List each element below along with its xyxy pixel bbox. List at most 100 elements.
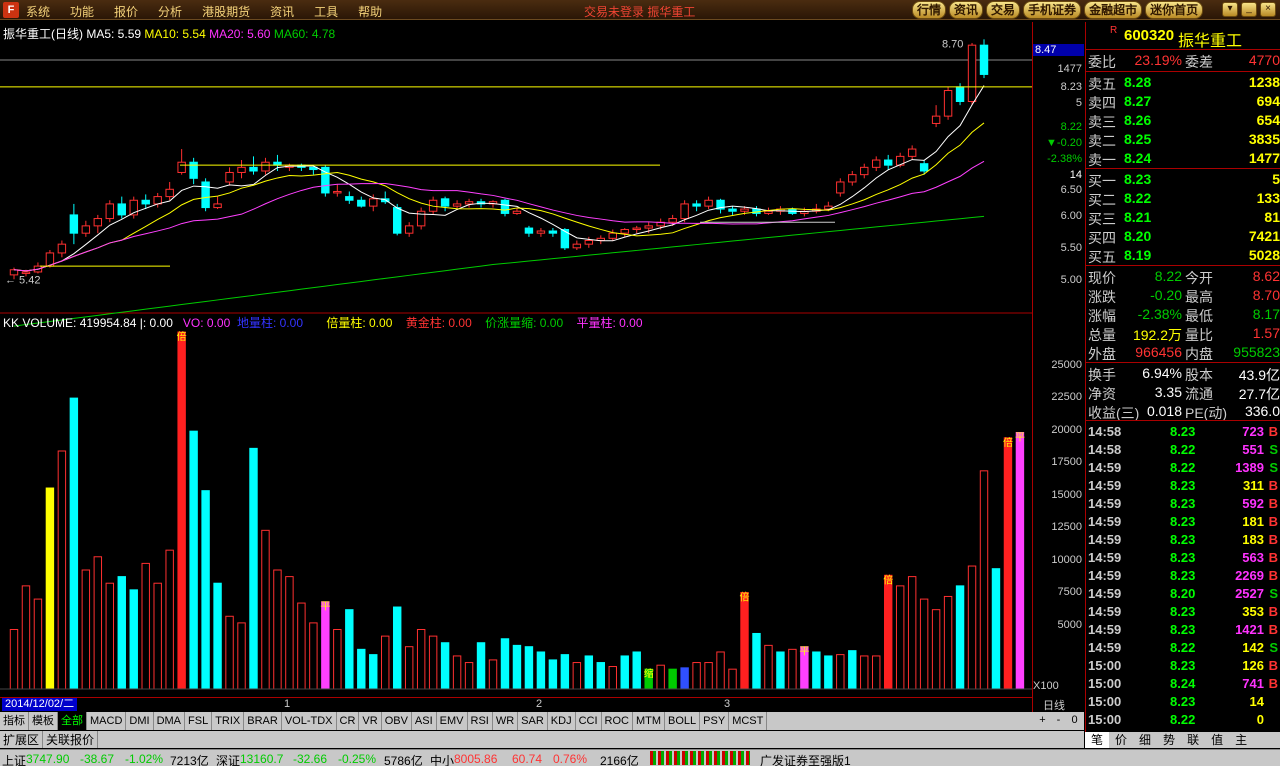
candle-body <box>860 166 869 176</box>
bid-level[interactable]: 买三 8.21 81 <box>1088 209 1280 228</box>
close-icon[interactable]: × <box>1260 2 1276 17</box>
tab-rsi[interactable]: RSI <box>468 712 493 730</box>
menu-hk-futures[interactable]: 港股期货 <box>202 3 250 20</box>
tab-trix[interactable]: TRIX <box>212 712 245 730</box>
bid-price: 8.23 <box>1124 171 1152 187</box>
ask-level[interactable]: 卖五 8.28 1238 <box>1088 74 1280 93</box>
tab-mtm[interactable]: MTM <box>633 712 666 730</box>
stat-row-cell: 量比 <box>1185 327 1213 343</box>
kline-chart[interactable]: 8.70← 5.42倍平缩倍平倍倍平 <box>0 22 1032 697</box>
tab-指标[interactable]: 指标 <box>0 712 29 730</box>
volume-bar <box>740 591 749 690</box>
quote-tab[interactable]: 联 <box>1181 732 1205 748</box>
tab-cr[interactable]: CR <box>337 712 360 730</box>
zoom-out-button[interactable]: - <box>1052 713 1065 727</box>
bid-level[interactable]: 买四 8.20 7421 <box>1088 228 1280 247</box>
mobile-button[interactable]: 手机证券 <box>1023 1 1082 19</box>
quote-tab[interactable]: 主 <box>1229 732 1253 748</box>
bid-level[interactable]: 买一 8.23 5 <box>1088 171 1280 190</box>
tab-dma[interactable]: DMA <box>154 712 186 730</box>
tick-price: 8.23 <box>1170 568 1196 583</box>
tab-asi[interactable]: ASI <box>412 712 437 730</box>
tab-extension[interactable]: 扩展区 <box>0 731 44 748</box>
tab-mcst[interactable]: MCST <box>729 712 768 730</box>
tab-kdj[interactable]: KDJ <box>548 712 576 730</box>
tab-related-quote[interactable]: 关联报价 <box>43 731 99 748</box>
volume-bar <box>33 598 43 690</box>
tab-boll[interactable]: BOLL <box>665 712 701 730</box>
volume-bar <box>919 598 929 690</box>
volume-bar <box>512 644 522 690</box>
tab-sar[interactable]: SAR <box>518 712 548 730</box>
volume-bar <box>752 632 761 690</box>
stat-row-cell: 966456 <box>1135 344 1182 360</box>
quote-tab[interactable]: 势 <box>1157 732 1181 748</box>
quote-button[interactable]: 行情 <box>912 1 947 19</box>
ask-level[interactable]: 卖三 8.26 654 <box>1088 112 1280 131</box>
menu-analysis[interactable]: 分析 <box>158 3 182 20</box>
menu-tools[interactable]: 工具 <box>314 3 338 20</box>
tab-vr[interactable]: VR <box>359 712 382 730</box>
tick-time: 14:59 <box>1088 586 1122 601</box>
tab-macd[interactable]: MACD <box>87 712 127 730</box>
tab-dmi[interactable]: DMI <box>126 712 154 730</box>
dropdown-icon[interactable]: ▾ <box>1222 2 1238 17</box>
finance-mall-button[interactable]: 金融超市 <box>1084 1 1143 19</box>
tab-全部[interactable]: 全部 <box>58 712 87 730</box>
menu-help[interactable]: 帮助 <box>358 3 382 20</box>
ask-level[interactable]: 卖一 8.24 1477 <box>1088 150 1280 169</box>
zoom-reset-button[interactable]: 0 <box>1068 713 1081 727</box>
axis-label: 5 <box>1075 97 1082 109</box>
tab-obv[interactable]: OBV <box>382 712 412 730</box>
tab-psy[interactable]: PSY <box>700 712 730 730</box>
quote-tab[interactable]: 价 <box>1109 732 1133 748</box>
tick-qty: 723 <box>1242 424 1264 439</box>
mini-home-button[interactable]: 迷你首页 <box>1145 1 1204 19</box>
quote-tab[interactable]: 细 <box>1133 732 1157 748</box>
menu-info[interactable]: 资讯 <box>270 3 294 20</box>
tick-side: B <box>1268 622 1278 637</box>
tick-time: 14:59 <box>1088 622 1122 637</box>
tab-emv[interactable]: EMV <box>437 712 468 730</box>
volume-bar <box>440 642 450 690</box>
ask-label: 卖二 <box>1088 133 1116 149</box>
volume-bar <box>907 576 917 690</box>
zoom-in-button[interactable]: + <box>1036 713 1049 727</box>
zx-value: 8005.86 <box>454 752 498 766</box>
bid-label: 买三 <box>1088 211 1116 227</box>
menu-quote[interactable]: 报价 <box>114 3 138 20</box>
zx-label: 中小 <box>430 754 455 766</box>
tick-qty: 741 <box>1242 676 1264 691</box>
news-button[interactable]: 资讯 <box>949 1 984 19</box>
tab-模板[interactable]: 模板 <box>29 712 58 730</box>
ask-level[interactable]: 卖四 8.27 694 <box>1088 93 1280 112</box>
tab-wr[interactable]: WR <box>493 712 519 730</box>
tab-vol-tdx[interactable]: VOL-TDX <box>282 712 337 730</box>
bid-level[interactable]: 买五 8.19 5028 <box>1088 247 1280 266</box>
menu-system[interactable]: 系统 <box>26 3 50 20</box>
volume-bar <box>1015 431 1025 690</box>
volume-name: KK VOLUME: 419954.84 <box>3 316 137 330</box>
bid-level[interactable]: 买二 8.22 133 <box>1088 190 1280 209</box>
tick-row: 14:59 8.23 592 B <box>1088 496 1280 514</box>
tab-brar[interactable]: BRAR <box>244 712 282 730</box>
volume-bar <box>165 549 174 690</box>
candle-body <box>740 208 749 212</box>
quote-tab[interactable]: 笔 <box>1085 732 1110 748</box>
trade-button[interactable]: 交易 <box>986 1 1021 19</box>
menu-function[interactable]: 功能 <box>70 3 94 20</box>
bl-label: 倍量柱: 0.00 <box>326 316 393 330</box>
quote-tab[interactable]: 值 <box>1205 732 1229 748</box>
ask-level[interactable]: 卖二 8.25 3835 <box>1088 131 1280 150</box>
tick-qty: 14 <box>1249 694 1264 709</box>
tab-roc[interactable]: ROC <box>602 712 633 730</box>
stat-row: 现价 8.22 今开 8.62 <box>1088 268 1280 287</box>
tab-cci[interactable]: CCI <box>576 712 602 730</box>
candle-body <box>93 218 103 227</box>
tick-price: 8.22 <box>1170 442 1196 457</box>
axis-label: 5.00 <box>1060 274 1082 286</box>
price-axis: 8.47 1477 8.23 5 8.22 ▼-0.20 -2.38% 14 6… <box>1032 22 1084 712</box>
minimize-icon[interactable]: _ <box>1241 2 1257 17</box>
tick-qty: 551 <box>1242 442 1264 457</box>
tab-fsl[interactable]: FSL <box>185 712 213 730</box>
